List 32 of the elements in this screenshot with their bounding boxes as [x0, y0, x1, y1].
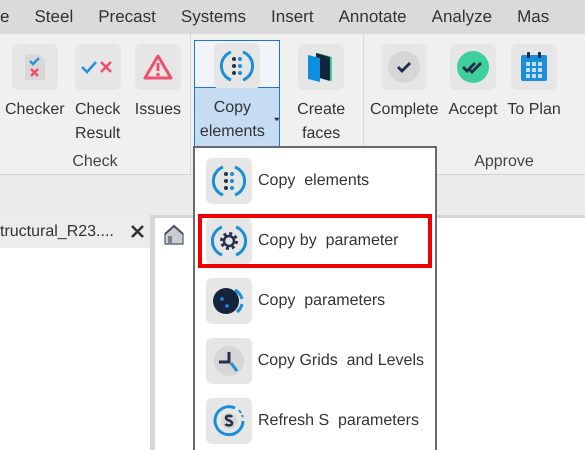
- warning-icon: [142, 53, 173, 81]
- close-icon[interactable]: [131, 225, 144, 238]
- group-label: Approve: [474, 152, 534, 170]
- ribbon-button[interactable]: Checker: [3, 40, 67, 153]
- caret-icon[interactable]: [274, 117, 280, 122]
- menu-item[interactable]: Copy by parameter: [198, 214, 432, 268]
- calendar-icon: [519, 51, 550, 83]
- ribbon-button[interactable]: Check Result: [68, 40, 127, 153]
- ribbon-button[interactable]: Issues: [128, 40, 188, 153]
- refresh-s-icon: [211, 403, 247, 439]
- menu-item[interactable]: Refresh S parameters: [198, 394, 432, 448]
- house-icon[interactable]: [163, 224, 185, 246]
- menu-tab[interactable]: e: [0, 7, 10, 27]
- dots-brackets-icon: [219, 48, 256, 84]
- ribbon-button[interactable]: To Plan: [503, 40, 565, 153]
- dots-brackets-icon: [211, 163, 247, 199]
- check-circle-icon: [387, 50, 422, 84]
- menu-tab[interactable]: Steel: [34, 7, 74, 27]
- menu-tab[interactable]: Insert: [271, 7, 314, 27]
- ribbon-button[interactable]: Accept: [444, 40, 502, 153]
- checklist-icon: [22, 52, 47, 82]
- menu-item[interactable]: Copy Grids and Levels: [198, 334, 432, 388]
- menu-tab[interactable]: Analyze: [432, 7, 492, 27]
- menu-item[interactable]: Copy elements: [198, 154, 432, 208]
- menu-tab[interactable]: Annotate: [338, 7, 407, 27]
- gear-brackets-icon: [211, 223, 247, 259]
- double-check-icon: [456, 50, 490, 84]
- menu-tab[interactable]: Precast: [98, 7, 156, 27]
- menu-tab[interactable]: Systems: [180, 7, 246, 27]
- group-label: Check: [72, 152, 118, 170]
- menu-item[interactable]: Copy parameters: [198, 274, 432, 328]
- menu-tab[interactable]: Mas: [517, 7, 550, 27]
